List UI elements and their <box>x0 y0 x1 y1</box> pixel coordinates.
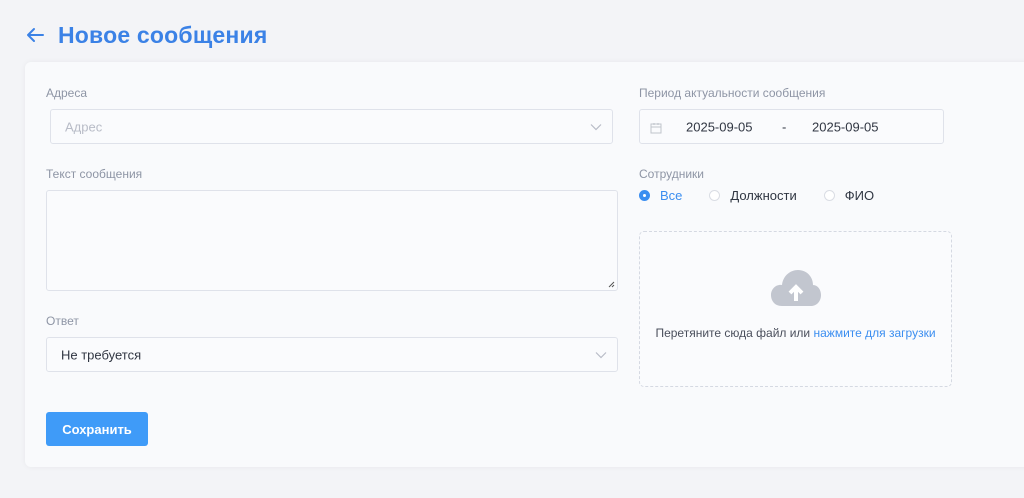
radio-full-name[interactable]: ФИО <box>823 188 875 203</box>
message-form-card: Адреса Адрес Текст сообщения Ответ Не тр… <box>25 62 1024 467</box>
radio-label: Должности <box>730 188 797 203</box>
employees-label: Сотрудники <box>639 167 704 181</box>
date-end[interactable]: 2025-09-05 <box>812 119 879 134</box>
calendar-icon <box>650 123 662 134</box>
message-textarea[interactable] <box>46 190 618 291</box>
address-label: Адреса <box>46 86 88 100</box>
reply-label: Ответ <box>46 314 79 328</box>
radio-all[interactable]: Все <box>639 188 682 203</box>
save-button[interactable]: Сохранить <box>46 412 148 446</box>
message-text-label: Текст сообщения <box>46 167 143 181</box>
reply-select[interactable]: Не требуется <box>46 337 618 372</box>
date-separator: - <box>782 119 787 134</box>
upload-text: Перетяните сюда файл или <box>655 326 811 340</box>
address-select[interactable]: Адрес <box>50 109 613 144</box>
resize-handle-icon[interactable] <box>607 280 615 288</box>
page-title: Новое сообщения <box>58 21 268 48</box>
file-upload-dropzone[interactable]: Перетяните сюда файл или нажмите для заг… <box>639 231 952 387</box>
address-placeholder: Адрес <box>65 119 103 134</box>
employees-radio-group: Все Должности ФИО <box>639 188 901 203</box>
radio-dot <box>639 190 650 201</box>
upload-hint: Перетяните сюда файл или нажмите для заг… <box>640 326 951 340</box>
radio-label: ФИО <box>844 188 875 203</box>
page-header: Новое сообщения <box>26 20 267 50</box>
radio-dot <box>823 190 835 201</box>
reply-value: Не требуется <box>61 347 142 362</box>
radio-positions[interactable]: Должности <box>709 188 797 203</box>
cloud-upload-icon <box>771 270 821 306</box>
date-start[interactable]: 2025-09-05 <box>686 119 753 134</box>
radio-label: Все <box>660 188 683 203</box>
arrow-left-icon[interactable] <box>26 25 46 45</box>
chevron-down-icon <box>590 123 602 130</box>
radio-dot <box>709 190 721 201</box>
period-label: Период актуальности сообщения <box>639 86 826 100</box>
date-range-picker[interactable]: 2025-09-05 - 2025-09-05 <box>639 109 944 144</box>
upload-link[interactable]: нажмите для загрузки <box>813 326 935 340</box>
chevron-down-icon <box>595 351 607 358</box>
